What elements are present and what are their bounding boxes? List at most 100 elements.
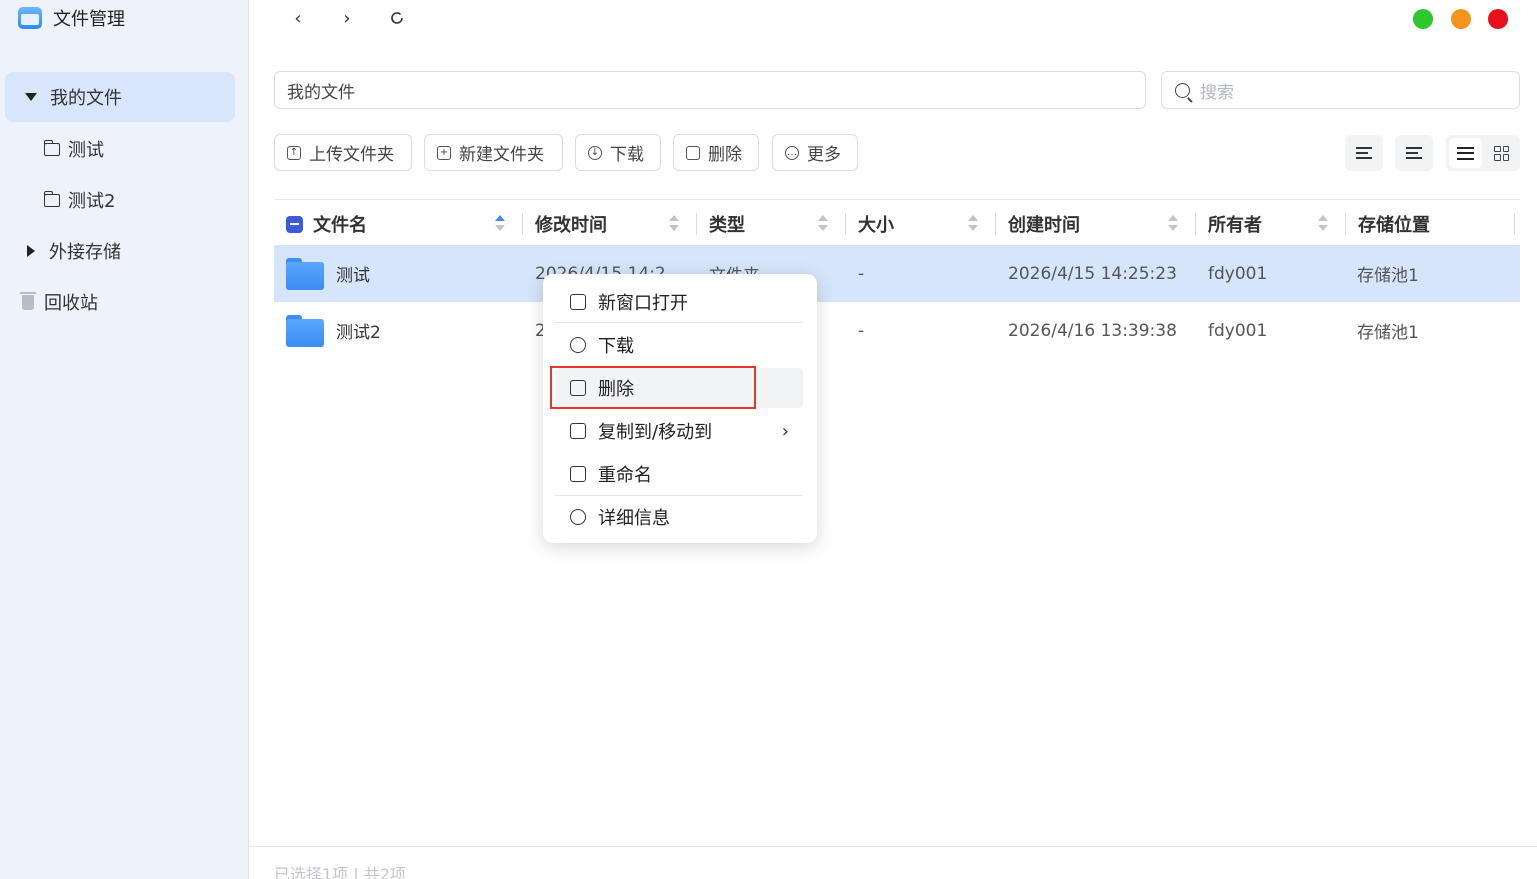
trash-icon xyxy=(20,291,36,310)
size-cell: - xyxy=(858,263,865,284)
file-name-cell: 测试 xyxy=(286,245,526,302)
sidebar-item-external-storage[interactable]: 外接存储 xyxy=(0,238,121,264)
caret-right-icon[interactable] xyxy=(27,245,35,257)
file-manager-window: 文件管理 我的文件 测试 测试2 外接存储 回收站 ‹ › 我的文件 搜索 ↑ … xyxy=(0,0,1537,879)
file-name: 测试 xyxy=(336,266,370,286)
created-cell: 2026/4/16 13:39:38 xyxy=(1008,320,1177,341)
sort-button[interactable] xyxy=(1395,135,1433,171)
upload-icon: ↑ xyxy=(287,145,301,160)
column-header-label: 创建时间 xyxy=(1008,215,1080,236)
close-button[interactable] xyxy=(1488,9,1508,29)
column-header-owner[interactable]: 所有者 xyxy=(1208,211,1308,237)
download-button[interactable]: ↓ 下载 xyxy=(575,134,661,171)
back-button[interactable]: ‹ xyxy=(286,6,310,30)
refresh-button[interactable] xyxy=(385,6,409,30)
column-resizer[interactable] xyxy=(995,213,996,235)
more-label: 更多 xyxy=(807,145,841,165)
created-cell: 2026/4/15 14:25:23 xyxy=(1008,263,1177,284)
new-folder-button[interactable]: + 新建文件夹 xyxy=(424,134,563,171)
sidebar: 文件管理 我的文件 测试 测试2 外接存储 回收站 xyxy=(0,0,249,879)
menu-item-delete[interactable]: 删除 xyxy=(555,368,803,408)
sidebar-item-label: 回收站 xyxy=(44,293,98,314)
path-bar[interactable]: 我的文件 xyxy=(274,71,1146,109)
menu-item-details[interactable]: 详细信息 xyxy=(555,497,803,537)
add-folder-icon: + xyxy=(437,145,451,160)
chevron-right-icon: › xyxy=(781,420,789,442)
trash-icon xyxy=(570,380,586,396)
menu-item-label: 重命名 xyxy=(598,465,652,486)
sidebar-item-label: 测试 xyxy=(68,140,104,161)
column-header-created[interactable]: 创建时间 xyxy=(1008,211,1158,237)
column-resizer[interactable] xyxy=(1195,213,1196,235)
column-resizer[interactable] xyxy=(845,213,846,235)
cloud-download-icon: ↓ xyxy=(588,145,602,160)
column-resizer[interactable] xyxy=(1514,213,1515,235)
forward-button[interactable]: › xyxy=(335,6,359,30)
more-icon: … xyxy=(785,145,799,160)
sidebar-item-label: 我的文件 xyxy=(50,88,122,109)
column-header-label: 文件名 xyxy=(313,215,367,236)
select-all-checkbox[interactable] xyxy=(286,215,303,233)
folder-icon xyxy=(286,314,324,347)
column-header-type[interactable]: 类型 xyxy=(709,211,809,237)
new-window-icon xyxy=(570,294,586,310)
sidebar-item-test2[interactable]: 测试2 xyxy=(43,187,115,213)
app-logo-icon xyxy=(18,7,42,29)
sort-icon[interactable] xyxy=(1318,215,1328,233)
file-name: 测试2 xyxy=(336,323,381,343)
sort-icon[interactable] xyxy=(968,215,978,233)
view-toggle xyxy=(1446,135,1520,171)
column-resizer[interactable] xyxy=(522,213,523,235)
folder-icon xyxy=(286,257,324,290)
sidebar-item-my-files[interactable]: 我的文件 xyxy=(5,72,235,122)
refresh-icon xyxy=(391,12,403,24)
info-icon xyxy=(570,509,586,525)
sort-icon[interactable] xyxy=(1168,215,1178,233)
column-header-location[interactable]: 存储位置 xyxy=(1358,211,1508,237)
menu-item-download[interactable]: 下载 xyxy=(555,325,803,365)
menu-item-label: 详细信息 xyxy=(598,508,670,529)
chevron-left-icon: ‹ xyxy=(294,7,302,29)
column-header-size[interactable]: 大小 xyxy=(858,211,958,237)
cloud-download-icon xyxy=(570,337,586,353)
list-view-button[interactable] xyxy=(1449,138,1482,168)
search-placeholder: 搜索 xyxy=(1200,82,1234,103)
column-settings-button[interactable] xyxy=(1345,135,1383,171)
sidebar-item-test[interactable]: 测试 xyxy=(43,136,104,162)
menu-item-rename[interactable]: 重命名 xyxy=(555,454,803,494)
column-header-name[interactable]: 文件名 xyxy=(274,211,514,237)
chevron-right-icon: › xyxy=(343,7,351,29)
table-row[interactable]: 测试 2026/4/15 14:25: 文件夹 - 2026/4/15 14:2… xyxy=(274,245,1520,302)
context-menu: 新窗口打开 下载 删除 复制到/移动到 › 重命名 详细信息 xyxy=(543,274,817,543)
delete-button[interactable]: 删除 xyxy=(673,134,759,171)
table-row[interactable]: 测试2 2 - 2026/4/16 13:39:38 fdy001 存储池1 xyxy=(274,302,1520,359)
status-text: 已选择1项 | 共2项 xyxy=(274,865,406,879)
column-header-modified[interactable]: 修改时间 xyxy=(535,211,665,237)
column-header-label: 修改时间 xyxy=(535,215,607,236)
grid-view-button[interactable] xyxy=(1485,138,1518,168)
list-icon xyxy=(1457,146,1474,160)
column-resizer[interactable] xyxy=(1345,213,1346,235)
caret-down-icon[interactable] xyxy=(25,93,37,101)
upload-folder-button[interactable]: ↑ 上传文件夹 xyxy=(274,134,412,171)
location-cell: 存储池1 xyxy=(1357,266,1419,286)
column-header-label: 类型 xyxy=(709,215,745,236)
menu-divider xyxy=(555,495,803,496)
menu-item-open-new-window[interactable]: 新窗口打开 xyxy=(555,282,803,322)
more-button[interactable]: … 更多 xyxy=(772,134,858,171)
footer-divider xyxy=(249,846,1537,847)
sort-icon[interactable] xyxy=(495,215,505,233)
maximize-button[interactable] xyxy=(1413,9,1433,29)
sidebar-item-recycle-bin[interactable]: 回收站 xyxy=(0,289,98,315)
path-text: 我的文件 xyxy=(287,82,355,103)
menu-item-copy-move[interactable]: 复制到/移动到 › xyxy=(555,411,803,451)
column-header-label: 所有者 xyxy=(1208,215,1262,236)
move-icon xyxy=(570,423,586,439)
column-resizer[interactable] xyxy=(696,213,697,235)
minimize-button[interactable] xyxy=(1451,9,1471,29)
menu-item-label: 新窗口打开 xyxy=(598,293,688,314)
column-header-label: 大小 xyxy=(858,215,894,236)
sort-icon[interactable] xyxy=(669,215,679,233)
sort-icon[interactable] xyxy=(818,215,828,233)
search-input[interactable]: 搜索 xyxy=(1161,71,1520,109)
